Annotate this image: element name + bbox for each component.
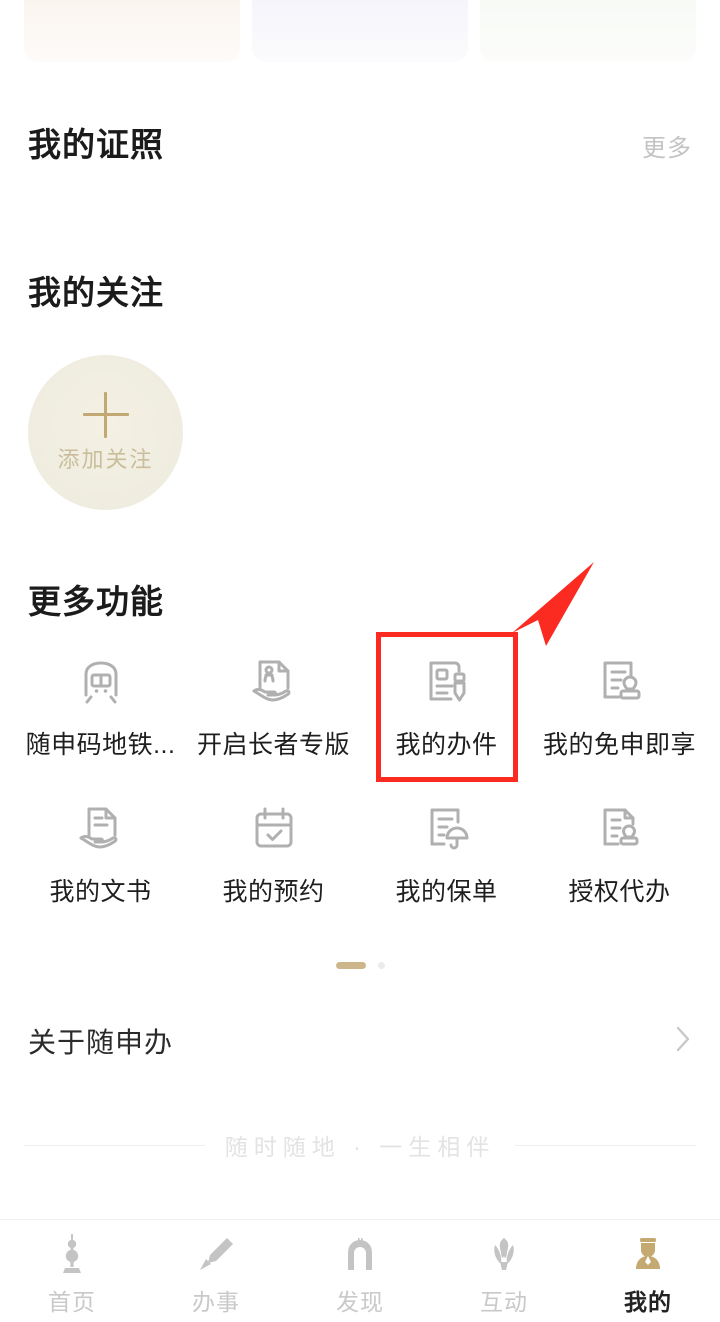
bottom-tab-bar: 首页 办事 发现 互动 我的: [0, 1219, 720, 1322]
feature-item-elderly-mode[interactable]: 开启长者专版: [187, 640, 360, 765]
tab-discover[interactable]: 发现: [288, 1230, 432, 1317]
about-label: 关于随申办: [28, 1027, 174, 1058]
elderly-document-hand-icon: [243, 650, 305, 712]
feature-item-authorized-agent[interactable]: 授权代办: [533, 787, 706, 912]
add-follow-button[interactable]: 添加关注: [28, 355, 183, 510]
feature-item-my-policy[interactable]: 我的保单: [360, 787, 533, 912]
promo-card-strip: [0, 0, 720, 62]
tab-services[interactable]: 办事: [144, 1230, 288, 1317]
tab-label: 办事: [192, 1289, 240, 1315]
promo-card-cream[interactable]: [24, 0, 240, 62]
feature-item-metro[interactable]: 随申码地铁...: [14, 640, 187, 765]
page-title-follows: 我的关注: [28, 274, 164, 311]
divider-right: [515, 1144, 697, 1146]
footer-tagline: 随时随地 · 一生相伴: [0, 1128, 720, 1162]
app-screen: 我的证照 更多 我的关注 添加关注 更多功能 随申码地铁... 开启长者专版 我…: [0, 0, 720, 1322]
feature-label: 我的保单: [395, 878, 498, 906]
feature-item-auto-benefit[interactable]: 我的免申即享: [533, 640, 706, 765]
about-row[interactable]: 关于随申办: [0, 1010, 720, 1072]
document-umbrella-icon: [416, 797, 478, 859]
page-title-credentials: 我的证照: [28, 126, 164, 163]
feature-label: 授权代办: [568, 878, 671, 906]
feature-grid: 随申码地铁... 开启长者专版 我的办件 我的免申即享 我的文书 我的预约 我的…: [0, 640, 720, 912]
chevron-right-icon: [674, 1024, 692, 1059]
document-stamp-icon: [589, 650, 651, 712]
divider-left: [24, 1144, 205, 1146]
feature-item-my-documents[interactable]: 我的文书: [14, 787, 187, 912]
add-follow-label: 添加关注: [57, 446, 154, 472]
plus-icon: [82, 391, 129, 438]
feature-label: 开启长者专版: [196, 731, 350, 759]
tab-label: 发现: [336, 1289, 384, 1315]
arch-building-icon: [338, 1230, 382, 1278]
feature-item-my-applications[interactable]: 我的办件: [360, 640, 533, 765]
feature-label: 我的办件: [395, 731, 498, 759]
tagline-text: 随时随地 · 一生相伴: [224, 1134, 496, 1160]
follow-list: 添加关注: [28, 355, 183, 510]
section-header-follows: 我的关注: [0, 276, 720, 309]
magnolia-flower-icon: [482, 1230, 526, 1278]
credentials-more-link[interactable]: 更多: [642, 128, 692, 163]
tab-interact[interactable]: 互动: [432, 1230, 576, 1317]
fountain-pen-icon: [194, 1230, 238, 1278]
feature-label: 我的免申即享: [542, 731, 696, 759]
tab-home[interactable]: 首页: [0, 1230, 144, 1317]
promo-card-green[interactable]: [480, 0, 696, 62]
document-seal-icon: [589, 797, 651, 859]
pearl-tower-icon: [51, 1230, 93, 1278]
document-hand-icon: [70, 797, 132, 859]
tab-label: 首页: [48, 1289, 96, 1315]
pagination-dot-active[interactable]: [335, 962, 366, 969]
document-pencil-icon: [416, 650, 478, 712]
feature-item-my-appointments[interactable]: 我的预约: [187, 787, 360, 912]
feature-label: 我的文书: [49, 878, 152, 906]
promo-card-lavender[interactable]: [252, 0, 468, 62]
carousel-pagination[interactable]: [0, 962, 720, 969]
user-person-icon: [626, 1230, 670, 1278]
pagination-dot[interactable]: [377, 962, 385, 969]
calendar-check-icon: [243, 797, 305, 859]
feature-label: 我的预约: [222, 878, 325, 906]
feature-label: 随申码地铁...: [25, 731, 176, 759]
section-header-credentials: 我的证照 更多: [0, 128, 720, 163]
section-header-features: 更多功能: [0, 585, 720, 618]
page-title-features: 更多功能: [28, 583, 164, 620]
tab-mine[interactable]: 我的: [576, 1230, 720, 1317]
tab-label: 我的: [624, 1289, 672, 1315]
metro-train-icon: [70, 650, 132, 712]
tab-label: 互动: [480, 1289, 528, 1315]
